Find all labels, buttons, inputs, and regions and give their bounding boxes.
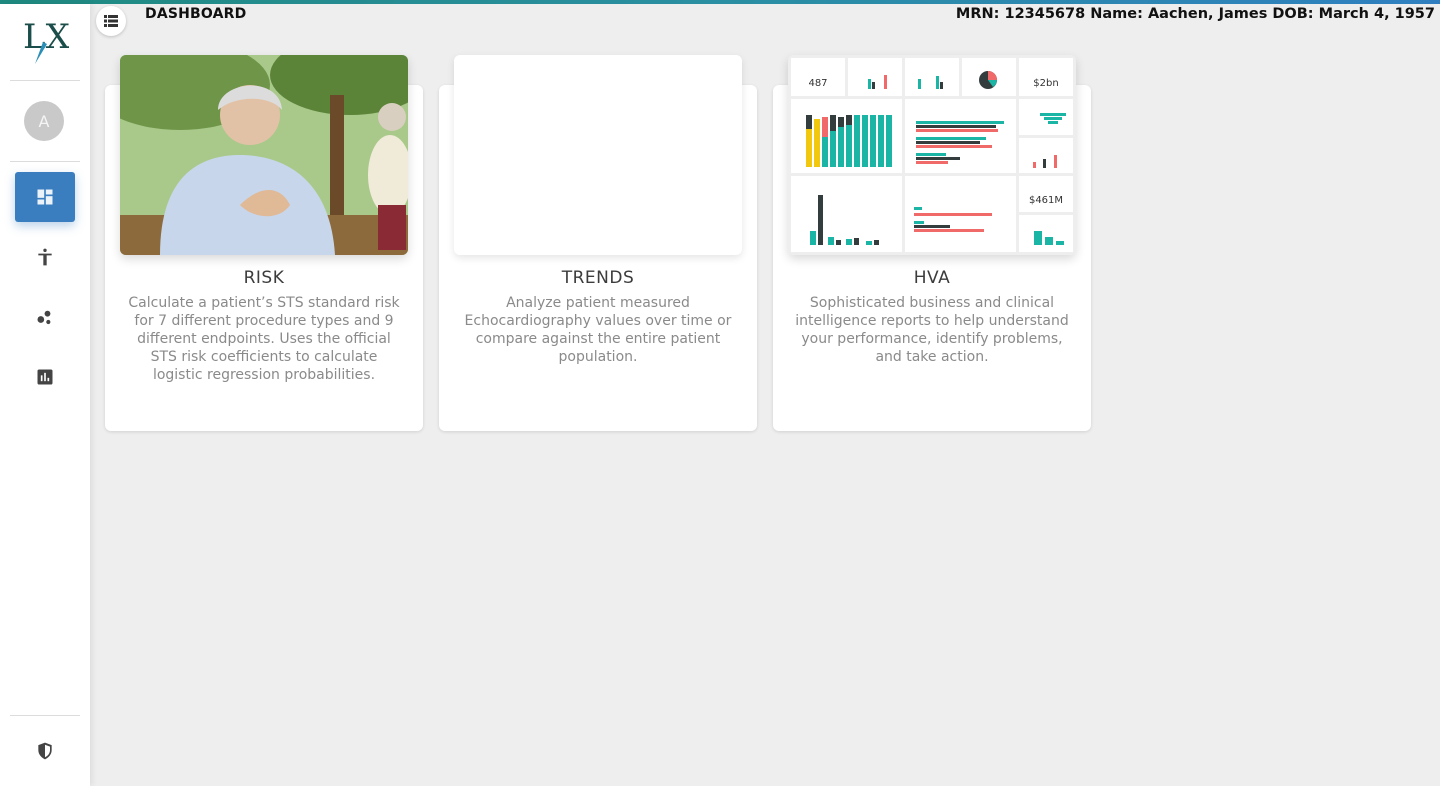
sidebar-item-scatter[interactable]	[15, 292, 75, 342]
card-title: HVA	[913, 268, 951, 288]
patient-info: MRN: 12345678 Name: Aachen, James DOB: M…	[955, 6, 1435, 22]
svg-text:487: 487	[808, 78, 827, 89]
trends-image	[454, 55, 742, 255]
shield-icon	[38, 742, 52, 760]
avatar-initial: A	[38, 111, 50, 131]
sidebar-item-security[interactable]	[15, 726, 75, 776]
sidebar-item-dashboard[interactable]	[15, 172, 75, 222]
accessibility-icon	[38, 248, 52, 266]
menu-toggle-button[interactable]	[96, 6, 126, 36]
page-title: DASHBOARD	[145, 6, 247, 22]
app-logo[interactable]: LX	[21, 14, 71, 66]
bubble-chart-icon	[37, 310, 51, 325]
svg-text:$461M: $461M	[1029, 195, 1063, 206]
sidebar-divider	[10, 80, 80, 81]
list-icon	[104, 15, 118, 27]
bar-chart-icon	[37, 369, 53, 385]
dashboard-icon	[37, 189, 53, 205]
hva-report-thumbnail: 487 $2bn $461M	[788, 55, 1076, 255]
risk-image	[120, 55, 408, 255]
sidebar-item-reports[interactable]	[15, 352, 75, 402]
svg-text:$2bn: $2bn	[1033, 78, 1058, 89]
logo-icon: LX	[23, 17, 71, 64]
user-avatar[interactable]: A	[24, 101, 64, 141]
card-hva[interactable]: 487 $2bn $461M HVA Sophisticated busines…	[773, 55, 1091, 431]
card-description: Sophisticated business and clinical inte…	[795, 295, 1069, 365]
sidebar-item-patient[interactable]	[15, 232, 75, 282]
sidebar: LX A	[0, 4, 90, 786]
sidebar-divider	[10, 161, 80, 162]
report-dashboard-preview: 487 $2bn $461M	[788, 55, 1076, 255]
card-risk[interactable]: RISK Calculate a patient’s STS standard …	[105, 55, 423, 431]
sidebar-divider	[10, 715, 80, 716]
card-title: RISK	[243, 268, 285, 288]
card-description: Analyze patient measured Echocardiograph…	[464, 295, 732, 365]
svg-text:LX: LX	[23, 17, 69, 57]
card-title: TRENDS	[561, 268, 635, 288]
man-chest-pain-photo	[120, 55, 408, 255]
card-description: Calculate a patient’s STS standard risk …	[128, 295, 400, 383]
card-trends[interactable]: TRENDS Analyze patient measured Echocard…	[439, 55, 757, 431]
top-accent-bar	[0, 0, 1440, 4]
